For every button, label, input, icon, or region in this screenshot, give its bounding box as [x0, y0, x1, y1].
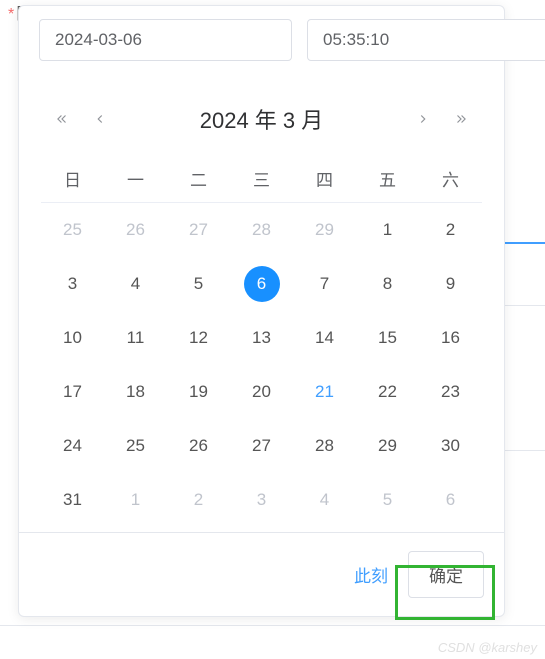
calendar-day[interactable]: 9 [419, 257, 482, 311]
calendar-day[interactable]: 26 [167, 419, 230, 473]
date-picker-footer: 此刻 确定 [19, 532, 504, 616]
calendar-day[interactable]: 14 [293, 311, 356, 365]
calendar-table: 日一二三四五六 25262728291234567891011121314151… [19, 145, 504, 532]
calendar-day[interactable]: 1 [104, 473, 167, 527]
calendar-day[interactable]: 28 [230, 203, 293, 257]
calendar-day[interactable]: 13 [230, 311, 293, 365]
calendar-day[interactable]: 5 [167, 257, 230, 311]
calendar-day[interactable]: 5 [356, 473, 419, 527]
calendar-day[interactable]: 11 [104, 311, 167, 365]
calendar-day[interactable]: 4 [104, 257, 167, 311]
bg-divider [500, 305, 545, 306]
watermark: CSDN @karshey [438, 640, 537, 655]
calendar-day[interactable]: 19 [167, 365, 230, 419]
calendar-day[interactable]: 20 [230, 365, 293, 419]
date-picker-nav: 2024 年 3 月 [19, 81, 504, 145]
next-month-button[interactable] [416, 112, 430, 126]
calendar-day[interactable]: 15 [356, 311, 419, 365]
time-input[interactable] [307, 19, 545, 61]
calendar-day[interactable]: 3 [41, 257, 104, 311]
next-year-button[interactable] [454, 112, 468, 126]
calendar-day[interactable]: 7 [293, 257, 356, 311]
calendar-day[interactable]: 6 [230, 257, 293, 311]
chevron-left-icon [93, 112, 107, 126]
weekday-header: 二 [167, 155, 230, 203]
weekday-header: 四 [293, 155, 356, 203]
calendar-day[interactable]: 17 [41, 365, 104, 419]
calendar-day[interactable]: 28 [293, 419, 356, 473]
calendar-day[interactable]: 31 [41, 473, 104, 527]
calendar-day[interactable]: 29 [356, 419, 419, 473]
calendar-day[interactable]: 2 [419, 203, 482, 257]
weekday-header: 日 [41, 155, 104, 203]
calendar-day[interactable]: 25 [41, 203, 104, 257]
calendar-day[interactable]: 1 [356, 203, 419, 257]
double-chevron-left-icon [55, 112, 69, 126]
calendar-day[interactable]: 21 [293, 365, 356, 419]
calendar-day[interactable]: 23 [419, 365, 482, 419]
chevron-right-icon [416, 112, 430, 126]
calendar-day[interactable]: 22 [356, 365, 419, 419]
calendar-day[interactable]: 8 [356, 257, 419, 311]
calendar-day[interactable]: 18 [104, 365, 167, 419]
prev-year-button[interactable] [55, 112, 69, 126]
date-picker-header [19, 6, 504, 81]
bg-divider [500, 450, 545, 451]
calendar-day[interactable]: 4 [293, 473, 356, 527]
weekday-header: 三 [230, 155, 293, 203]
calendar-day[interactable]: 10 [41, 311, 104, 365]
weekday-header: 六 [419, 155, 482, 203]
calendar-day[interactable]: 27 [230, 419, 293, 473]
date-picker-title[interactable]: 2024 年 3 月 [200, 103, 324, 135]
weekday-header: 一 [104, 155, 167, 203]
calendar-day[interactable]: 2 [167, 473, 230, 527]
now-button[interactable]: 此刻 [354, 562, 388, 587]
calendar-day[interactable]: 26 [104, 203, 167, 257]
prev-month-button[interactable] [93, 112, 107, 126]
weekday-header: 五 [356, 155, 419, 203]
calendar-day[interactable]: 16 [419, 311, 482, 365]
calendar-day[interactable]: 25 [104, 419, 167, 473]
calendar-day[interactable]: 29 [293, 203, 356, 257]
double-chevron-right-icon [454, 112, 468, 126]
calendar-day[interactable]: 12 [167, 311, 230, 365]
calendar-day[interactable]: 6 [419, 473, 482, 527]
confirm-button[interactable]: 确定 [408, 551, 484, 598]
calendar-day[interactable]: 27 [167, 203, 230, 257]
bg-divider [0, 625, 545, 626]
calendar-day[interactable]: 24 [41, 419, 104, 473]
date-input[interactable] [39, 19, 292, 61]
calendar-day[interactable]: 3 [230, 473, 293, 527]
bg-divider [500, 242, 545, 244]
date-picker-panel: 2024 年 3 月 日一二三四五六 252627282912345678910… [18, 5, 505, 617]
calendar-day[interactable]: 30 [419, 419, 482, 473]
